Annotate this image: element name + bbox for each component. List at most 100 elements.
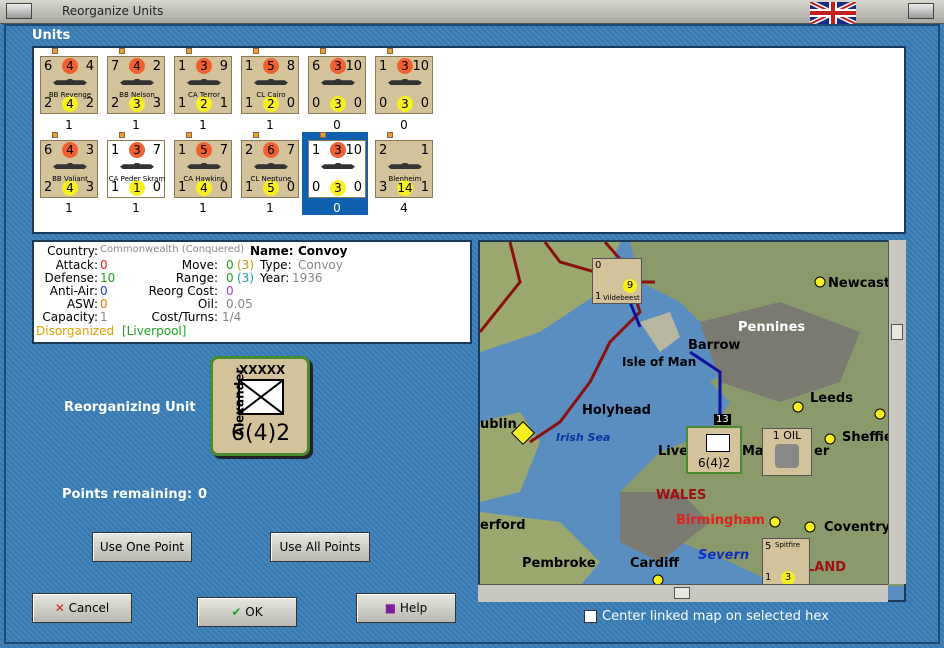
unit-count: 0 (333, 201, 341, 215)
unit-counter[interactable]: 1 3 7 1 1 0 CA Peder Skram (107, 140, 165, 198)
unit-counter[interactable]: 2 6 7 1 5 0 CL Neptune (241, 140, 299, 198)
map-label-barrow: Barrow (688, 338, 741, 353)
unit-marker-icon (52, 132, 58, 138)
map-vildebeest-counter[interactable]: 0 9 1 Vildebeest (592, 258, 642, 304)
year-value: 1936 (292, 271, 323, 285)
oil-value: 0.05 (226, 297, 253, 311)
spitfire-top-left: 5 (765, 541, 772, 552)
unit-tl: 2 (379, 143, 388, 158)
map-label-holyhead: Holyhead (582, 403, 651, 418)
move-value: 0 (226, 258, 234, 272)
unit-name: CA Hawkins (183, 175, 225, 183)
reorganize-window: Reorganize Units Units 6 4 4 2 4 2 BB Revenge 1… (0, 0, 944, 648)
unit-counter[interactable]: 1 3 10 0 3 0 (375, 56, 433, 114)
country-label: Country: (47, 244, 98, 258)
capacity-value: 1 (100, 310, 108, 324)
capacity-label: Capacity: (42, 310, 98, 324)
ok-button[interactable]: ✔ OK (197, 597, 297, 627)
vildebeest-value: 9 (623, 279, 637, 293)
use-one-point-button[interactable]: Use One Point (92, 532, 192, 562)
center-linked-map-checkbox[interactable] (584, 610, 597, 623)
map-vertical-scrollbar[interactable] (888, 240, 906, 584)
unit-tc: 4 (129, 58, 145, 74)
unit-tc: 4 (62, 142, 78, 158)
unit-marker-icon (186, 48, 192, 54)
unit-tr: 8 (286, 59, 295, 74)
map-oil-label: 1 OIL (772, 429, 802, 442)
type-value: Convoy (298, 258, 343, 272)
unit-tr: 10 (345, 143, 362, 158)
cost-turns-value: 1/4 (222, 310, 242, 324)
linked-map[interactable]: Newcast Pennines Barrow Isle of Man Leed… (478, 240, 906, 602)
ship-icon (254, 79, 288, 85)
year-label: Year: (260, 271, 290, 285)
unit-count: 4 (400, 201, 408, 215)
unit-tc: 6 (263, 142, 279, 158)
map-horizontal-scrollbar[interactable] (478, 584, 888, 602)
unit-tl: 6 (312, 59, 321, 74)
unit-counter[interactable]: 1 3 9 1 2 1 CA Terror (174, 56, 232, 114)
unit-marker-icon (119, 132, 125, 138)
hscroll-thumb[interactable] (674, 587, 690, 599)
map-label-manchester-end: er (814, 444, 830, 459)
ship-icon (187, 163, 221, 169)
unit-counter[interactable]: 2 1 3 14 1 Blenheim (375, 140, 433, 198)
map-label-coventry: Coventry (824, 520, 891, 535)
unit-bl: 0 (312, 96, 321, 111)
unit-tr: 3 (85, 143, 94, 158)
unit-counter[interactable]: 6 4 3 2 4 3 BB Valiant (40, 140, 98, 198)
attack-value: 0 (100, 258, 108, 272)
vscroll-thumb[interactable] (891, 324, 903, 340)
vildebeest-bottom-left: 1 (595, 291, 602, 302)
minimize-button[interactable] (6, 3, 32, 19)
title-bar: Reorganize Units (0, 0, 944, 27)
unit-count: 0 (333, 118, 341, 132)
unit-tl: 1 (178, 143, 187, 158)
country-value: Commonwealth (Conquered) (100, 244, 245, 255)
center-linked-map-label: Center linked map on selected hex (602, 609, 829, 624)
unit-counter[interactable]: 6 4 4 2 4 2 BB Revenge (40, 56, 98, 114)
map-hq-counter[interactable]: 13 6(4)2 (686, 414, 742, 474)
map-label-irish-sea: Irish Sea (556, 431, 611, 444)
points-remaining-value: 0 (198, 487, 208, 502)
unit-tl: 1 (312, 143, 321, 158)
type-label: Type: (260, 258, 292, 272)
status-location: [Liverpool] (122, 324, 187, 338)
move-extra: (3) (237, 258, 254, 272)
unit-bl: 0 (379, 96, 388, 111)
unit-tr: 10 (345, 59, 362, 74)
map-label-severn: Severn (698, 548, 750, 563)
unit-counter[interactable]: 6 3 10 0 3 0 (308, 56, 366, 114)
ok-label: OK (245, 605, 263, 619)
unit-info-panel: Country: Commonwealth (Conquered) Name: … (32, 240, 472, 344)
unit-name: Blenheim (388, 175, 422, 183)
unit-counter[interactable]: 7 4 2 2 3 3 BB Nelson (107, 56, 165, 114)
unit-bc: 3 (397, 96, 413, 112)
unit-tl: 6 (44, 59, 53, 74)
unit-counter[interactable]: 1 5 7 1 4 0 CA Hawkins (174, 140, 232, 198)
unit-br: 0 (353, 180, 362, 195)
map-hq-value: 6(4)2 (698, 456, 731, 470)
unit-count: 1 (65, 118, 73, 132)
unit-marker-icon (52, 48, 58, 54)
close-button[interactable] (908, 3, 934, 19)
cancel-button[interactable]: ✕ Cancel (32, 593, 132, 623)
oil-label: Oil: (197, 297, 218, 311)
ship-icon (254, 163, 288, 169)
map-label-ford: erford (480, 518, 526, 533)
ship-icon (321, 163, 355, 169)
reorg-cost-value: 0 (226, 284, 234, 298)
help-button[interactable]: ■ Help (356, 593, 456, 623)
map-oil-counter[interactable]: 1 OIL (762, 428, 812, 476)
map-label-cardiff: Cardiff (630, 556, 680, 571)
unit-tr: 7 (286, 143, 295, 158)
uk-flag-icon (808, 0, 858, 27)
use-all-points-button[interactable]: Use All Points (270, 532, 370, 562)
antiair-label: Anti-Air: (49, 284, 98, 298)
map-spitfire-counter[interactable]: 5 Spitfire 1 3 (762, 538, 810, 586)
ship-icon (53, 79, 87, 85)
map-label-sheffield: Sheffie (842, 430, 893, 445)
unit-counter[interactable]: 1 5 8 1 2 0 CL Cairo (241, 56, 299, 114)
ship-icon (120, 163, 154, 169)
unit-counter[interactable]: 1 3 10 0 3 0 (308, 140, 366, 198)
